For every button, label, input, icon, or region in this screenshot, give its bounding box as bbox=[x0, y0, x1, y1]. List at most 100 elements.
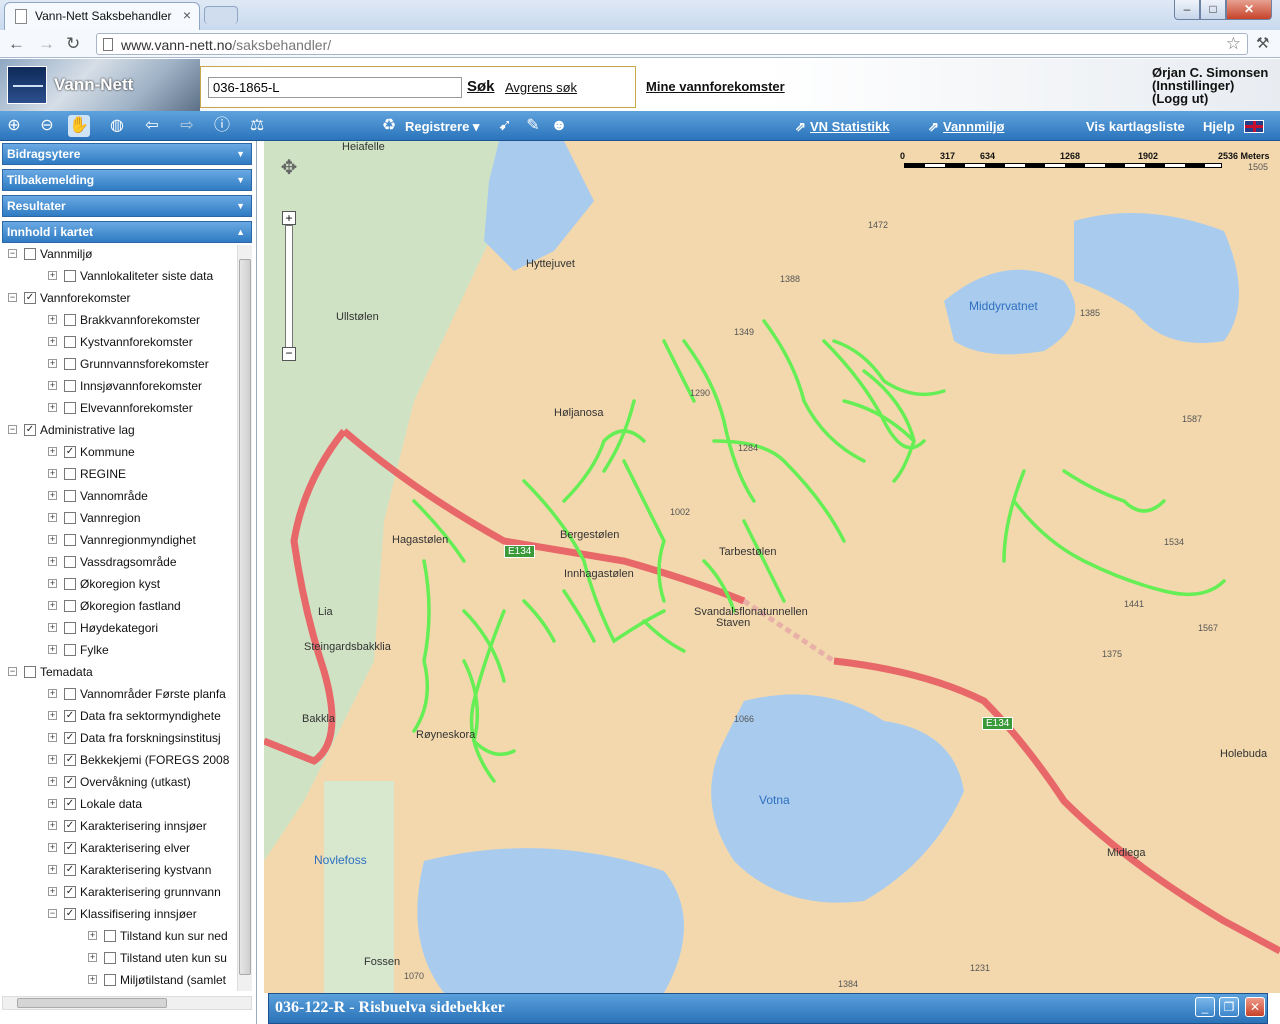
window-close-button[interactable]: ✕ bbox=[1226, 0, 1272, 20]
layer-checkbox[interactable]: ✓ bbox=[64, 710, 76, 722]
scrollbar-thumb[interactable] bbox=[239, 259, 251, 975]
identify-info-icon[interactable]: ⓘ bbox=[211, 115, 233, 137]
vn-statistikk-link[interactable]: VN Statistikk bbox=[810, 119, 889, 134]
layer-checkbox[interactable] bbox=[104, 974, 116, 986]
layer-checkbox[interactable] bbox=[64, 644, 76, 656]
zoom-in-icon[interactable]: ⊕ bbox=[3, 115, 25, 137]
layer-checkbox[interactable] bbox=[64, 314, 76, 326]
layer-checkbox[interactable] bbox=[64, 578, 76, 590]
refine-search-link[interactable]: Avgrens søk bbox=[505, 80, 577, 95]
zoom-out-icon[interactable]: ⊖ bbox=[36, 115, 58, 137]
layer-checkbox[interactable] bbox=[24, 248, 36, 260]
panel-minimize-button[interactable]: _ bbox=[1195, 997, 1215, 1017]
layer-checkbox[interactable]: ✓ bbox=[64, 446, 76, 458]
collapse-icon[interactable]: − bbox=[8, 667, 17, 676]
panel-restore-button[interactable]: ❐ bbox=[1219, 997, 1239, 1017]
select-tool-icon[interactable]: ➹ bbox=[494, 115, 516, 137]
expand-icon[interactable]: + bbox=[48, 601, 57, 610]
collapse-icon[interactable]: − bbox=[8, 249, 17, 258]
logout-link[interactable]: (Logg ut) bbox=[1152, 92, 1268, 105]
add-user-icon[interactable]: ☻ bbox=[548, 115, 570, 137]
layer-checkbox[interactable]: ✓ bbox=[64, 908, 76, 920]
uk-flag-icon[interactable] bbox=[1244, 120, 1264, 133]
layer-checkbox[interactable] bbox=[64, 534, 76, 546]
expand-icon[interactable]: + bbox=[48, 315, 57, 324]
layer-checkbox[interactable] bbox=[64, 468, 76, 480]
layer-checkbox[interactable]: ✓ bbox=[24, 292, 36, 304]
expand-icon[interactable]: + bbox=[48, 887, 57, 896]
expand-icon[interactable]: + bbox=[48, 469, 57, 478]
map-view[interactable]: ✥ + − 0 317 634 1268 1902 2536 Meters He… bbox=[264, 141, 1280, 993]
expand-icon[interactable]: + bbox=[48, 821, 57, 830]
accordion-innhold-i-kartet[interactable]: Innhold i kartet ▲ bbox=[2, 221, 252, 243]
expand-icon[interactable]: + bbox=[48, 271, 57, 280]
layer-checkbox[interactable] bbox=[64, 490, 76, 502]
expand-icon[interactable]: + bbox=[48, 337, 57, 346]
expand-icon[interactable]: + bbox=[48, 579, 57, 588]
previous-extent-icon[interactable]: ⇦ bbox=[141, 115, 163, 137]
wrench-icon[interactable]: ⚒ bbox=[1256, 34, 1269, 52]
expand-icon[interactable]: + bbox=[48, 865, 57, 874]
accordion-resultater[interactable]: Resultater ▼ bbox=[2, 195, 252, 217]
zoom-slider[interactable] bbox=[285, 225, 293, 355]
browser-tab[interactable]: Vann-Nett Saksbehandler × bbox=[4, 2, 200, 30]
next-extent-icon[interactable]: ⇨ bbox=[176, 115, 198, 137]
measure-icon[interactable]: ⚖ bbox=[246, 115, 268, 137]
layer-checkbox[interactable] bbox=[64, 688, 76, 700]
tab-close-icon[interactable]: × bbox=[183, 7, 191, 23]
search-input[interactable] bbox=[208, 77, 462, 98]
panel-close-button[interactable]: ✕ bbox=[1245, 997, 1265, 1017]
vannmiljo-link[interactable]: Vannmiljø bbox=[943, 119, 1004, 134]
layer-checkbox[interactable] bbox=[64, 402, 76, 414]
layer-checkbox[interactable]: ✓ bbox=[64, 842, 76, 854]
layer-checkbox[interactable]: ✓ bbox=[64, 732, 76, 744]
search-button[interactable]: Søk bbox=[467, 78, 495, 95]
accordion-bidragsytere[interactable]: Bidragsytere ▼ bbox=[2, 143, 252, 165]
back-icon[interactable]: ← bbox=[8, 34, 25, 54]
layer-checkbox[interactable] bbox=[64, 512, 76, 524]
edit-pencil-icon[interactable]: ✎ bbox=[522, 115, 544, 137]
layer-checkbox[interactable] bbox=[24, 666, 36, 678]
collapse-icon[interactable]: − bbox=[8, 293, 17, 302]
layer-checkbox[interactable] bbox=[64, 358, 76, 370]
layer-checkbox[interactable] bbox=[104, 952, 116, 964]
expand-icon[interactable]: + bbox=[48, 623, 57, 632]
collapse-icon[interactable]: − bbox=[8, 425, 17, 434]
layer-list-link[interactable]: Vis kartlagsliste bbox=[1086, 119, 1185, 134]
layer-checkbox[interactable] bbox=[64, 600, 76, 612]
my-waterbodies-link[interactable]: Mine vannforekomster bbox=[646, 79, 785, 94]
pan-hand-icon[interactable]: ✋ bbox=[68, 115, 90, 137]
layer-checkbox[interactable]: ✓ bbox=[64, 798, 76, 810]
expand-icon[interactable]: + bbox=[48, 381, 57, 390]
layer-checkbox[interactable] bbox=[64, 270, 76, 282]
expand-icon[interactable]: + bbox=[88, 975, 97, 984]
expand-icon[interactable]: + bbox=[88, 953, 97, 962]
layer-checkbox[interactable] bbox=[64, 336, 76, 348]
expand-icon[interactable]: + bbox=[48, 843, 57, 852]
pan-control-icon[interactable]: ✥ bbox=[266, 155, 312, 199]
layer-checkbox[interactable]: ✓ bbox=[64, 864, 76, 876]
help-link[interactable]: Hjelp bbox=[1203, 119, 1235, 134]
register-icon[interactable]: ♻ bbox=[378, 115, 400, 137]
full-extent-globe-icon[interactable]: ◍ bbox=[106, 115, 128, 137]
layer-checkbox[interactable] bbox=[64, 380, 76, 392]
expand-icon[interactable]: + bbox=[48, 755, 57, 764]
expand-icon[interactable]: + bbox=[48, 491, 57, 500]
expand-icon[interactable]: + bbox=[48, 777, 57, 786]
expand-icon[interactable]: + bbox=[48, 711, 57, 720]
expand-icon[interactable]: + bbox=[48, 403, 57, 412]
register-menu[interactable]: Registrere ▾ bbox=[405, 119, 479, 135]
expand-icon[interactable]: + bbox=[48, 799, 57, 808]
expand-icon[interactable]: + bbox=[48, 689, 57, 698]
layer-checkbox[interactable]: ✓ bbox=[64, 886, 76, 898]
reload-icon[interactable]: ↻ bbox=[66, 34, 80, 54]
expand-icon[interactable]: + bbox=[48, 513, 57, 522]
layer-checkbox[interactable] bbox=[64, 622, 76, 634]
expand-icon[interactable]: + bbox=[48, 645, 57, 654]
window-maximize-button[interactable]: □ bbox=[1200, 0, 1226, 20]
scrollbar-thumb[interactable] bbox=[17, 998, 167, 1008]
layer-checkbox[interactable]: ✓ bbox=[64, 776, 76, 788]
accordion-tilbakemelding[interactable]: Tilbakemelding ▼ bbox=[2, 169, 252, 191]
window-minimize-button[interactable]: – bbox=[1174, 0, 1200, 20]
layer-checkbox[interactable]: ✓ bbox=[24, 424, 36, 436]
